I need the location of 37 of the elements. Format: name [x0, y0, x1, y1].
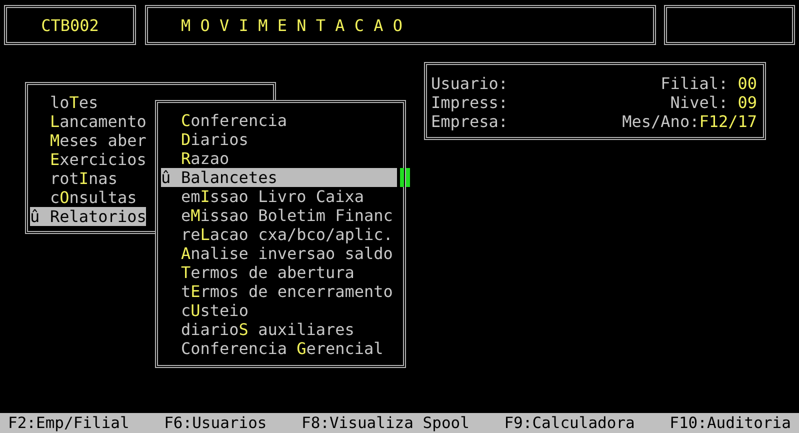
- menu-item[interactable]: emIssao Livro Caixa: [161, 187, 397, 206]
- info-value: F12/17: [699, 112, 757, 131]
- menu-item[interactable]: û Relatorios: [30, 207, 146, 226]
- info-label: Filial:: [660, 74, 728, 93]
- menu-item[interactable]: reLacao cxa/bco/aplic.: [161, 225, 397, 244]
- screen-title: M O V I M E N T A C A O: [181, 16, 403, 34]
- menu-item[interactable]: Conferencia: [161, 111, 397, 130]
- menu-item[interactable]: Analise inversao saldo: [161, 244, 397, 263]
- function-key-hint[interactable]: F6:Usuarios: [164, 414, 267, 432]
- menu-item[interactable]: rotInas: [30, 169, 118, 188]
- function-key-hint[interactable]: F2:Emp/Filial: [8, 414, 130, 432]
- menu-item[interactable]: eMissao Boletim Financ: [161, 206, 397, 225]
- menu-item[interactable]: Diarios: [161, 130, 397, 149]
- info-label: Empresa:: [431, 112, 508, 131]
- menu-item[interactable]: cOnsultas: [30, 188, 137, 207]
- menu-item[interactable]: loTes: [30, 93, 98, 112]
- menu-item[interactable]: û Balancetes: [161, 168, 397, 187]
- menu-item[interactable]: cUsteio: [161, 301, 397, 320]
- program-code: CTB002: [41, 16, 99, 34]
- menu-item[interactable]: diarioS auxiliares: [161, 320, 397, 339]
- menu-item[interactable]: Termos de abertura: [161, 263, 397, 282]
- function-key-hint[interactable]: F8:Visualiza Spool: [301, 414, 470, 432]
- menu-item[interactable]: Conferencia Gerencial: [161, 339, 397, 358]
- info-value: 00: [736, 74, 757, 93]
- info-value: 09: [736, 93, 757, 112]
- menu-item[interactable]: Exercicios: [30, 150, 146, 169]
- function-key-hint[interactable]: F10:Auditoria: [670, 414, 791, 432]
- info-label: Mes/Ano:: [622, 112, 700, 131]
- cursor-icon: [400, 168, 410, 187]
- info-label: Impress:: [431, 93, 508, 112]
- info-label: Usuario:: [431, 74, 508, 93]
- menu-item[interactable]: Lancamento: [30, 112, 146, 131]
- menu-item[interactable]: Razao: [161, 149, 397, 168]
- function-key-hint[interactable]: F9:Calculadora: [504, 414, 635, 432]
- menu-item[interactable]: tE rmos de encerramento: [161, 282, 397, 301]
- menu-item[interactable]: Meses aber: [30, 131, 146, 150]
- info-label: Nivel:: [670, 93, 728, 112]
